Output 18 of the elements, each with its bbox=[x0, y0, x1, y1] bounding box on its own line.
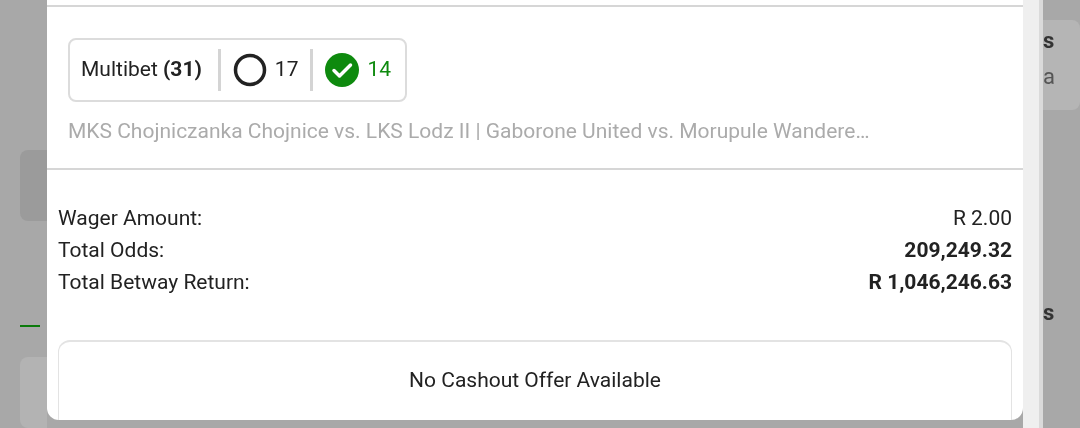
circle-icon bbox=[232, 53, 267, 87]
background-text: s bbox=[1043, 302, 1056, 324]
check-circle-icon bbox=[325, 53, 360, 87]
background-text: a bbox=[1043, 66, 1056, 88]
bet-type: Multibet (31) bbox=[81, 56, 203, 84]
tab-indicator bbox=[20, 324, 40, 328]
match-list: MKS Chojniczanka Chojnice vs. LKS Lodz II | Gaborone United vs. Morupule Wandere… bbox=[68, 116, 1002, 148]
counter-value: 17 bbox=[274, 56, 299, 84]
counter-value: 14 bbox=[367, 56, 392, 84]
summary-label: Wager Amount: bbox=[58, 204, 203, 232]
summary-value: 209,249.32 bbox=[904, 236, 1012, 264]
summary-label: Total Odds: bbox=[58, 236, 165, 264]
summary-value: R 2.00 bbox=[952, 204, 1012, 232]
cashout-message: No Cashout Offer Available bbox=[409, 367, 661, 394]
summary-label: Total Betway Return: bbox=[58, 268, 250, 296]
summary-value: R 1,046,246.63 bbox=[868, 268, 1012, 296]
background-text: s bbox=[1043, 30, 1056, 52]
card-background bbox=[20, 150, 47, 221]
